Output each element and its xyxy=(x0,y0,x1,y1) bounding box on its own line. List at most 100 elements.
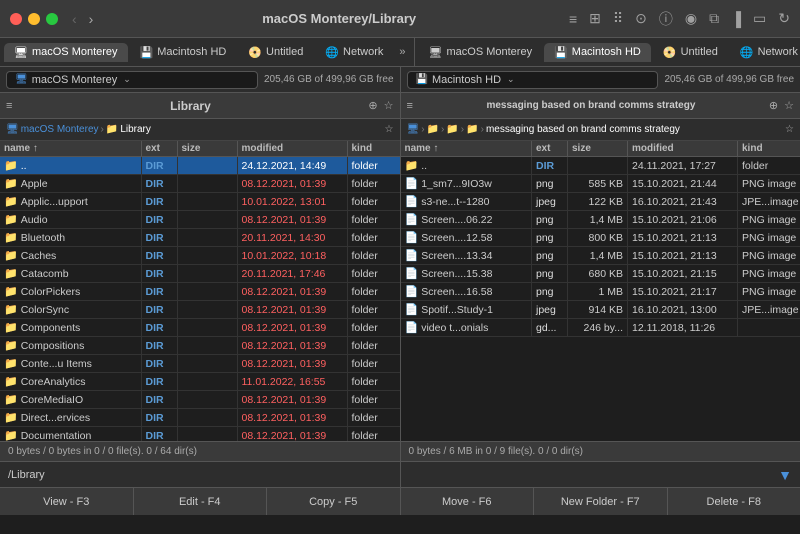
tab-macos-monterey-left[interactable]: 🖥 macOS Monterey xyxy=(4,43,128,62)
tab-untitled-right[interactable]: 📀 Untitled xyxy=(653,43,728,62)
left-file-row[interactable]: 📁 Applic...upport DIR 10.01.2022, 13:01 … xyxy=(0,193,400,211)
right-file-row[interactable]: 📄 Screen....13.34 png 1,4 MB 15.10.2021,… xyxy=(401,247,800,265)
right-col-name[interactable]: name ↑ xyxy=(401,141,533,156)
more-tabs-left[interactable]: » xyxy=(395,46,409,58)
left-file-row[interactable]: 📁 ColorSync DIR 08.12.2021, 01:39 folder xyxy=(0,301,400,319)
left-file-row[interactable]: 📁 Documentation DIR 08.12.2021, 01:39 fo… xyxy=(0,427,400,441)
right-breadcrumb-star[interactable]: ☆ xyxy=(785,124,794,135)
binoculars-icon[interactable]: ⧉ xyxy=(709,10,719,27)
left-col-size[interactable]: size xyxy=(178,141,238,156)
eye-icon[interactable]: ◉ xyxy=(685,10,697,27)
left-file-row[interactable]: 📁 Audio DIR 08.12.2021, 01:39 folder xyxy=(0,211,400,229)
grid-view-icon[interactable]: ⊞ xyxy=(589,10,601,27)
func-move[interactable]: Move - F6 xyxy=(401,488,535,515)
minimize-button[interactable] xyxy=(28,13,40,25)
forward-arrow[interactable]: › xyxy=(85,9,98,29)
file-modified: 11.01.2022, 16:55 xyxy=(238,373,348,390)
left-file-row[interactable]: 📁 ColorPickers DIR 08.12.2021, 01:39 fol… xyxy=(0,283,400,301)
right-file-row[interactable]: 📄 s3-ne...t--1280 jpeg 122 KB 16.10.2021… xyxy=(401,193,800,211)
right-file-row[interactable]: 📄 Spotif...Study-1 jpeg 914 KB 16.10.202… xyxy=(401,301,800,319)
right-file-row[interactable]: 📄 1_sm7...9IO3w png 585 KB 15.10.2021, 2… xyxy=(401,175,800,193)
panel-icon[interactable]: ▐ xyxy=(731,11,741,27)
right-col-ext[interactable]: ext xyxy=(532,141,568,156)
right-bc-sep2: › xyxy=(441,124,444,135)
toggle-icon[interactable]: ⊙ xyxy=(635,10,647,27)
left-file-row[interactable]: 📁 Direct...ervices DIR 08.12.2021, 01:39… xyxy=(0,409,400,427)
info-icon[interactable]: ⓘ xyxy=(659,9,673,29)
left-col-ext[interactable]: ext xyxy=(142,141,178,156)
title-bar: ‹ › macOS Monterey/Library ≡ ⊞ ⠿ ⊙ ⓘ ◉ ⧉… xyxy=(0,0,800,38)
tab-macintosh-hd-left[interactable]: 💾 Macintosh HD xyxy=(130,43,237,62)
right-file-row[interactable]: 📁 .. DIR 24.11.2021, 17:27 folder xyxy=(401,157,800,175)
left-file-row[interactable]: 📁 Caches DIR 10.01.2022, 10:18 folder xyxy=(0,247,400,265)
file-name-text: Applic...upport xyxy=(21,196,88,208)
file-kind: folder xyxy=(348,265,400,282)
right-col-size[interactable]: size xyxy=(568,141,628,156)
left-file-row[interactable]: 📁 .. DIR 24.12.2021, 14:49 folder xyxy=(0,157,400,175)
breadcrumb-macos[interactable]: macOS Monterey xyxy=(21,124,99,135)
left-file-row[interactable]: 📁 CoreAnalytics DIR 11.01.2022, 16:55 fo… xyxy=(0,373,400,391)
file-modified: 08.12.2021, 01:39 xyxy=(238,283,348,300)
tab-network-right[interactable]: 🌐 Network xyxy=(730,43,800,62)
left-drive-pill[interactable]: 🖥 macOS Monterey ⌄ xyxy=(6,71,258,89)
func-bar: View - F3 Edit - F4 Copy - F5 Move - F6 … xyxy=(0,487,800,515)
left-col-modified[interactable]: modified xyxy=(238,141,348,156)
right-menu-icon[interactable]: ≡ xyxy=(407,100,413,112)
tab-network-left[interactable]: 🌐 Network xyxy=(315,43,393,62)
func-view[interactable]: View - F3 xyxy=(0,488,134,515)
func-edit[interactable]: Edit - F4 xyxy=(134,488,268,515)
breadcrumb-folder-icon: 📁 xyxy=(106,124,118,135)
folder-icon: 📁 xyxy=(4,159,18,172)
func-new-folder[interactable]: New Folder - F7 xyxy=(534,488,668,515)
more-icon[interactable]: ↻ xyxy=(778,10,790,27)
left-star-icon[interactable]: ☆ xyxy=(384,99,394,112)
left-menu-icon[interactable]: ≡ xyxy=(6,100,12,112)
file-size xyxy=(178,265,238,282)
right-file-row[interactable]: 📄 Screen....16.58 png 1 MB 15.10.2021, 2… xyxy=(401,283,800,301)
left-file-row[interactable]: 📁 Conte...u Items DIR 08.12.2021, 01:39 … xyxy=(0,355,400,373)
back-arrow[interactable]: ‹ xyxy=(68,9,81,29)
file-name: 📄 Screen....16.58 xyxy=(401,283,533,300)
list-view-icon[interactable]: ≡ xyxy=(569,11,577,27)
tab-macos-monterey-right[interactable]: 🖥 macOS Monterey xyxy=(419,43,543,62)
right-star-icon[interactable]: ☆ xyxy=(784,99,794,112)
file-size: 1,4 MB xyxy=(568,247,628,264)
file-ext: gd... xyxy=(532,319,568,336)
tab-macintosh-hd-right[interactable]: 💾 Macintosh HD xyxy=(544,43,651,62)
file-modified: 16.10.2021, 21:43 xyxy=(628,193,738,210)
right-file-row[interactable]: 📄 Screen....06.22 png 1,4 MB 15.10.2021,… xyxy=(401,211,800,229)
close-button[interactable] xyxy=(10,13,22,25)
left-col-kind[interactable]: kind xyxy=(348,141,400,156)
folder-icon: 📁 xyxy=(405,159,419,172)
left-file-row[interactable]: 📁 Bluetooth DIR 20.11.2021, 14:30 folder xyxy=(0,229,400,247)
file-name-text: CoreAnalytics xyxy=(21,376,86,388)
left-file-row[interactable]: 📁 Apple DIR 08.12.2021, 01:39 folder xyxy=(0,175,400,193)
maximize-button[interactable] xyxy=(46,13,58,25)
right-col-kind[interactable]: kind xyxy=(738,141,800,156)
left-file-row[interactable]: 📁 Compositions DIR 08.12.2021, 01:39 fol… xyxy=(0,337,400,355)
file-name: 📁 Bluetooth xyxy=(0,229,142,246)
right-file-row[interactable]: 📄 Screen....12.58 png 800 KB 15.10.2021,… xyxy=(401,229,800,247)
left-sort-icon[interactable]: ⊕ xyxy=(368,99,377,112)
columns-icon[interactable]: ⠿ xyxy=(613,10,623,27)
file-modified: 20.11.2021, 14:30 xyxy=(238,229,348,246)
breadcrumb-star[interactable]: ☆ xyxy=(385,124,394,135)
right-drive-pill[interactable]: 💾 Macintosh HD ⌄ xyxy=(407,71,659,89)
file-ext: DIR xyxy=(142,373,178,390)
left-file-row[interactable]: 📁 CoreMediaIO DIR 08.12.2021, 01:39 fold… xyxy=(0,391,400,409)
left-file-row[interactable]: 📁 Catacomb DIR 20.11.2021, 17:46 folder xyxy=(0,265,400,283)
func-delete[interactable]: Delete - F8 xyxy=(668,488,800,515)
left-expand-icon[interactable]: ⌄ xyxy=(123,74,131,85)
right-col-modified[interactable]: modified xyxy=(628,141,738,156)
right-file-row[interactable]: 📄 video t...onials gd... 246 by... 12.11… xyxy=(401,319,800,337)
right-expand-icon[interactable]: ⌄ xyxy=(507,74,515,85)
right-sort-icon[interactable]: ⊕ xyxy=(769,99,778,112)
left-col-name[interactable]: name ↑ xyxy=(0,141,142,156)
drive-icon[interactable]: ▭ xyxy=(753,10,766,27)
right-bc-icon3: 📁 xyxy=(446,124,458,135)
right-file-row[interactable]: 📄 Screen....15.38 png 680 KB 15.10.2021,… xyxy=(401,265,800,283)
right-path-dropdown[interactable]: ▼ xyxy=(778,467,792,483)
func-copy[interactable]: Copy - F5 xyxy=(267,488,401,515)
tab-untitled-left[interactable]: 📀 Untitled xyxy=(238,43,313,62)
left-file-row[interactable]: 📁 Components DIR 08.12.2021, 01:39 folde… xyxy=(0,319,400,337)
